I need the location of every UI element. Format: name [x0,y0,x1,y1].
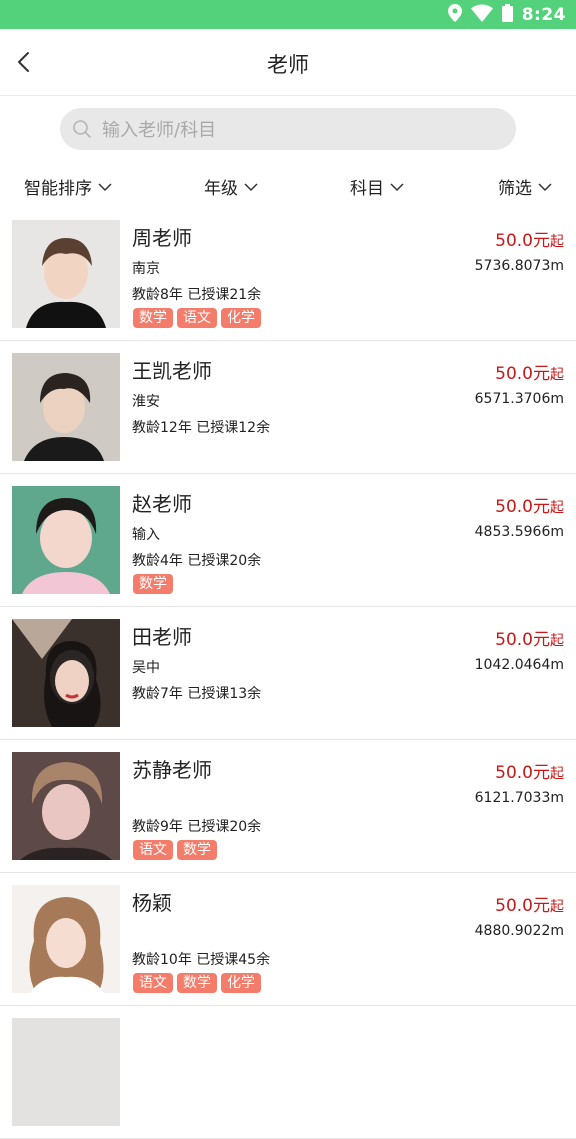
app-bar: 老师 [0,29,576,96]
subject-tag: 化学 [221,973,261,993]
distance: 4880.9022m [474,923,564,939]
city: 输入 [132,527,160,543]
distance: 6121.7033m [474,790,564,806]
teacher-row[interactable]: 周老师 50.0元起 南京 5736.8073m 教龄8年 已授课21余 数学 … [0,208,576,341]
avatar [12,353,120,461]
search-icon [73,120,91,138]
subject-tag: 数学 [133,308,173,328]
status-bar: 8:24 [0,0,576,29]
teacher-row[interactable]: 田老师 50.0元起 吴中 1042.0464m 教龄7年 已授课13余 [0,607,576,740]
teacher-name: 苏静老师 [132,758,212,782]
teacher-list: 周老师 50.0元起 南京 5736.8073m 教龄8年 已授课21余 数学 … [0,208,576,1139]
teacher-row[interactable] [0,1006,576,1139]
teacher-name: 周老师 [132,226,192,250]
teacher-row[interactable]: 苏静老师 50.0元起 6121.7033m 教龄9年 已授课20余 语文 数学 [0,740,576,873]
price: 50.0元起 [495,231,564,251]
subject-tag: 语文 [133,973,173,993]
chevron-down-icon [538,182,552,191]
subject-tags: 语文 数学 [133,840,217,860]
teacher-row[interactable]: 杨颖 50.0元起 4880.9022m 教龄10年 已授课45余 语文 数学 … [0,873,576,1006]
chevron-down-icon [98,182,112,191]
search-bar[interactable] [60,108,516,152]
page-title: 老师 [267,53,309,77]
experience: 教龄7年 已授课13余 [132,686,262,702]
experience: 教龄10年 已授课45余 [132,952,271,968]
distance: 6571.3706m [474,391,564,407]
subject-tag: 化学 [221,308,261,328]
location-icon [447,4,462,26]
avatar [12,619,120,727]
clock: 8:24 [521,5,566,25]
filter-label: 年级 [204,179,238,199]
city: 南京 [132,261,160,277]
teacher-name: 田老师 [132,625,192,649]
avatar [12,486,120,594]
search-input[interactable] [100,108,504,152]
experience: 教龄4年 已授课20余 [132,553,262,569]
avatar [12,752,120,860]
subject-tags: 数学 [133,574,173,594]
filter-grade[interactable]: 年级 [204,174,258,199]
price: 50.0元起 [495,630,564,650]
avatar [12,1018,120,1126]
subject-tag: 数学 [177,973,217,993]
avatar [12,220,120,328]
filter-label: 科目 [350,179,384,199]
filter-sort[interactable]: 智能排序 [24,174,112,199]
price: 50.0元起 [495,497,564,517]
subject-tag: 语文 [177,308,217,328]
battery-icon [501,4,513,26]
experience: 教龄9年 已授课20余 [132,819,262,835]
teacher-row[interactable]: 赵老师 50.0元起 输入 4853.5966m 教龄4年 已授课20余 数学 [0,474,576,607]
subject-tags: 数学 语文 化学 [133,308,261,328]
price: 50.0元起 [495,763,564,783]
experience: 教龄8年 已授课21余 [132,287,262,303]
price: 50.0元起 [495,896,564,916]
status-icons: 8:24 [447,4,566,26]
avatar [12,885,120,993]
teacher-row[interactable]: 王凯老师 50.0元起 淮安 6571.3706m 教龄12年 已授课12余 [0,341,576,474]
chevron-down-icon [390,182,404,191]
price: 50.0元起 [495,364,564,384]
filter-label: 筛选 [498,179,532,199]
subject-tag: 数学 [133,574,173,594]
subject-tag: 数学 [177,840,217,860]
filter-screen[interactable]: 筛选 [498,174,552,199]
filter-label: 智能排序 [24,179,92,199]
teacher-name: 赵老师 [132,492,192,516]
chevron-down-icon [244,182,258,191]
filter-bar: 智能排序 年级 科目 筛选 [0,166,576,206]
teacher-name: 杨颖 [132,891,172,915]
subject-tag: 语文 [133,840,173,860]
city: 吴中 [132,660,160,676]
distance: 5736.8073m [474,258,564,274]
filter-subject[interactable]: 科目 [350,174,404,199]
distance: 1042.0464m [474,657,564,673]
subject-tags: 语文 数学 化学 [133,973,261,993]
wifi-icon [470,4,493,26]
distance: 4853.5966m [474,524,564,540]
teacher-name: 王凯老师 [132,359,212,383]
city: 淮安 [132,394,160,410]
experience: 教龄12年 已授课12余 [132,420,271,436]
